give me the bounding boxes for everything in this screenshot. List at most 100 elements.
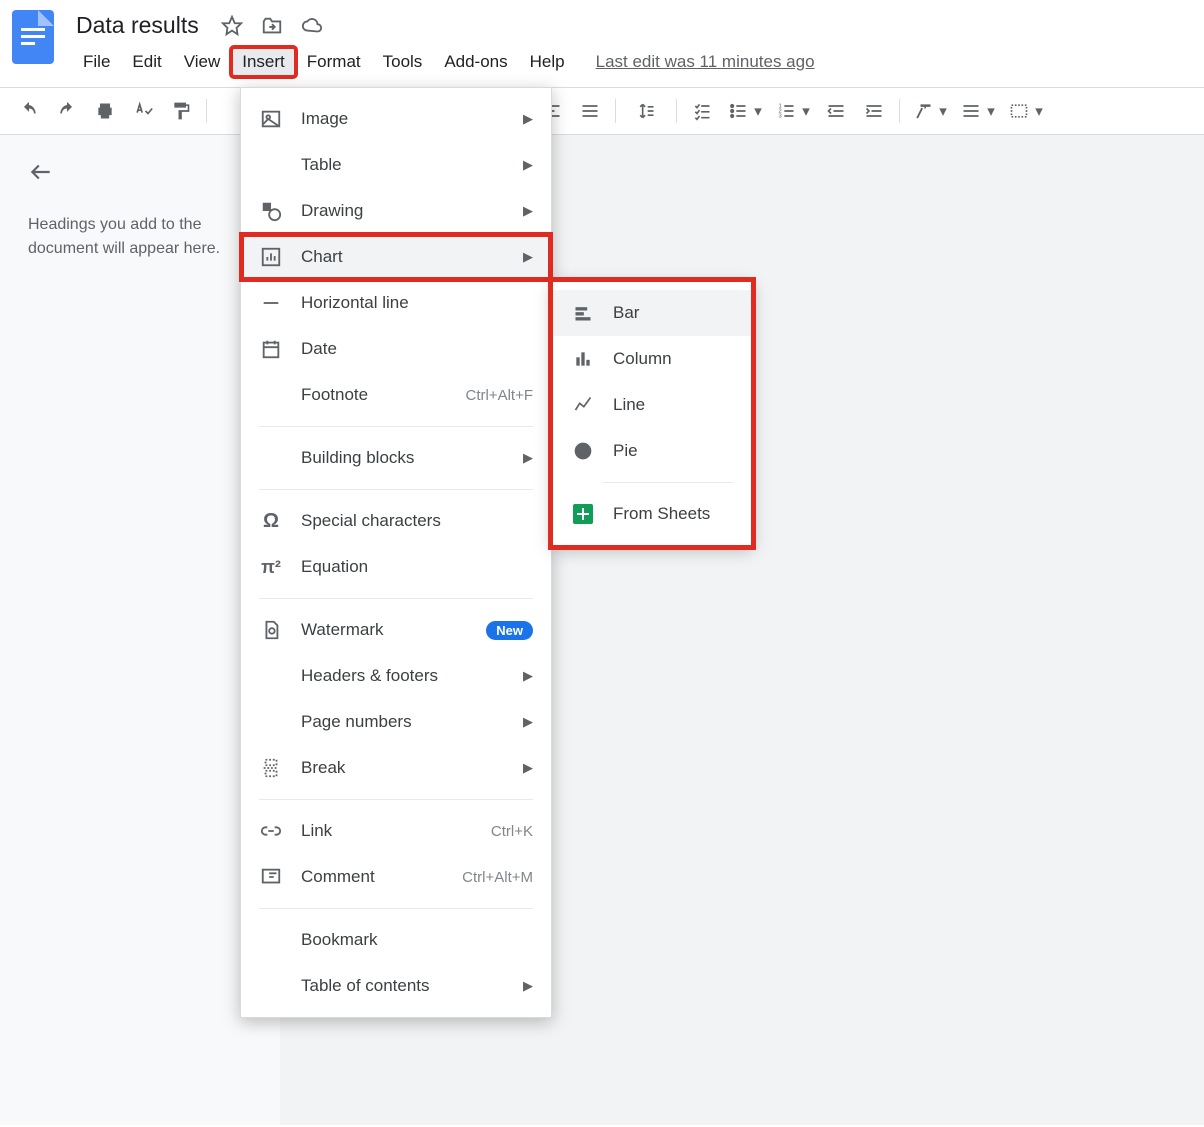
bulleted-list-button[interactable]: ▾ bbox=[723, 96, 767, 126]
clear-formatting-button[interactable]: ▾ bbox=[908, 96, 952, 126]
menubar: File Edit View Insert Format Tools Add-o… bbox=[72, 47, 1204, 77]
chart-type-pie[interactable]: Pie bbox=[553, 428, 751, 474]
numbered-list-button[interactable]: 123▾ bbox=[771, 96, 815, 126]
menu-label: Watermark bbox=[301, 620, 486, 640]
insert-horizontal-line[interactable]: Horizontal line bbox=[241, 280, 551, 326]
menu-help[interactable]: Help bbox=[519, 47, 576, 77]
menu-separator bbox=[259, 799, 533, 800]
blank-icon bbox=[259, 710, 283, 734]
chart-icon bbox=[259, 245, 283, 269]
insert-bookmark[interactable]: Bookmark bbox=[241, 917, 551, 963]
print-button[interactable] bbox=[88, 96, 122, 126]
submenu-arrow-icon: ▶ bbox=[523, 978, 533, 994]
insert-image[interactable]: Image ▶ bbox=[241, 96, 551, 142]
menu-separator bbox=[259, 426, 533, 427]
menu-label: Drawing bbox=[301, 201, 523, 221]
menu-label: Special characters bbox=[301, 511, 533, 531]
decrease-indent-button[interactable] bbox=[819, 96, 853, 126]
comment-icon bbox=[259, 865, 283, 889]
blank-icon bbox=[259, 383, 283, 407]
docs-logo[interactable] bbox=[12, 10, 54, 64]
insert-page-numbers[interactable]: Page numbers ▶ bbox=[241, 699, 551, 745]
submenu-arrow-icon: ▶ bbox=[523, 203, 533, 219]
shortcut-text: Ctrl+K bbox=[491, 823, 533, 840]
blank-icon bbox=[259, 153, 283, 177]
blank-icon bbox=[259, 664, 283, 688]
align-justify-button[interactable] bbox=[573, 96, 607, 126]
insert-equation[interactable]: π² Equation bbox=[241, 544, 551, 590]
new-badge: New bbox=[486, 621, 533, 640]
last-edit-link[interactable]: Last edit was 11 minutes ago bbox=[596, 52, 815, 72]
star-icon[interactable] bbox=[221, 15, 243, 37]
calendar-icon bbox=[259, 337, 283, 361]
menu-separator bbox=[603, 482, 733, 483]
border-button[interactable]: ▾ bbox=[956, 96, 1000, 126]
svg-text:3: 3 bbox=[779, 114, 782, 120]
toolbar-separator bbox=[615, 99, 616, 123]
spellcheck-button[interactable] bbox=[126, 96, 160, 126]
menu-label: Horizontal line bbox=[301, 293, 533, 313]
horizontal-line-icon bbox=[259, 291, 283, 315]
increase-indent-button[interactable] bbox=[857, 96, 891, 126]
document-title[interactable]: Data results bbox=[72, 12, 203, 39]
chart-type-column[interactable]: Column bbox=[553, 336, 751, 382]
shortcut-text: Ctrl+Alt+M bbox=[462, 869, 533, 886]
toolbar-separator bbox=[899, 99, 900, 123]
menu-label: Footnote bbox=[301, 385, 465, 405]
drawing-icon bbox=[259, 199, 283, 223]
undo-button[interactable] bbox=[12, 96, 46, 126]
menu-label: Equation bbox=[301, 557, 533, 577]
menu-label: Image bbox=[301, 109, 523, 129]
caret-down-icon: ▾ bbox=[987, 102, 995, 120]
submenu-arrow-icon: ▶ bbox=[523, 760, 533, 776]
menu-label: Headers & footers bbox=[301, 666, 523, 686]
menu-file[interactable]: File bbox=[72, 47, 121, 77]
menu-label: Date bbox=[301, 339, 533, 359]
outline-collapse-button[interactable] bbox=[28, 159, 261, 185]
omega-icon: Ω bbox=[259, 509, 283, 533]
menu-edit[interactable]: Edit bbox=[121, 47, 172, 77]
insert-break[interactable]: Break ▶ bbox=[241, 745, 551, 791]
menu-tools[interactable]: Tools bbox=[372, 47, 434, 77]
insert-date[interactable]: Date bbox=[241, 326, 551, 372]
caret-down-icon: ▾ bbox=[802, 102, 810, 120]
insert-footnote[interactable]: Footnote Ctrl+Alt+F bbox=[241, 372, 551, 418]
blank-icon bbox=[259, 974, 283, 998]
pi-icon: π² bbox=[259, 555, 283, 579]
more-options-button[interactable]: ▾ bbox=[1004, 96, 1048, 126]
menu-label: Chart bbox=[301, 247, 523, 267]
menu-format[interactable]: Format bbox=[296, 47, 372, 77]
menu-label: Bookmark bbox=[301, 930, 533, 950]
cloud-status-icon[interactable] bbox=[301, 15, 323, 37]
menu-view[interactable]: View bbox=[173, 47, 232, 77]
paint-format-button[interactable] bbox=[164, 96, 198, 126]
toolbar: ▾ 123▾ ▾ ▾ ▾ bbox=[0, 88, 1204, 134]
insert-chart[interactable]: Chart ▶ bbox=[241, 234, 551, 280]
menu-insert[interactable]: Insert bbox=[231, 47, 296, 77]
menu-label: Building blocks bbox=[301, 448, 523, 468]
chart-type-bar[interactable]: Bar bbox=[553, 290, 751, 336]
toolbar-separator bbox=[206, 99, 207, 123]
line-spacing-button[interactable] bbox=[624, 96, 668, 126]
caret-down-icon: ▾ bbox=[1035, 102, 1043, 120]
insert-table-of-contents[interactable]: Table of contents ▶ bbox=[241, 963, 551, 1009]
submenu-arrow-icon: ▶ bbox=[523, 157, 533, 173]
insert-special-characters[interactable]: Ω Special characters bbox=[241, 498, 551, 544]
redo-button[interactable] bbox=[50, 96, 84, 126]
insert-building-blocks[interactable]: Building blocks ▶ bbox=[241, 435, 551, 481]
menu-label: Column bbox=[613, 349, 733, 369]
insert-link[interactable]: Link Ctrl+K bbox=[241, 808, 551, 854]
insert-comment[interactable]: Comment Ctrl+Alt+M bbox=[241, 854, 551, 900]
column-chart-icon bbox=[571, 347, 595, 371]
insert-watermark[interactable]: Watermark New bbox=[241, 607, 551, 653]
insert-drawing[interactable]: Drawing ▶ bbox=[241, 188, 551, 234]
chart-type-line[interactable]: Line bbox=[553, 382, 751, 428]
chart-from-sheets[interactable]: From Sheets bbox=[553, 491, 751, 537]
menu-addons[interactable]: Add-ons bbox=[433, 47, 518, 77]
insert-headers-footers[interactable]: Headers & footers ▶ bbox=[241, 653, 551, 699]
move-folder-icon[interactable] bbox=[261, 15, 283, 37]
checklist-button[interactable] bbox=[685, 96, 719, 126]
menu-separator bbox=[259, 908, 533, 909]
line-chart-icon bbox=[571, 393, 595, 417]
insert-table[interactable]: Table ▶ bbox=[241, 142, 551, 188]
